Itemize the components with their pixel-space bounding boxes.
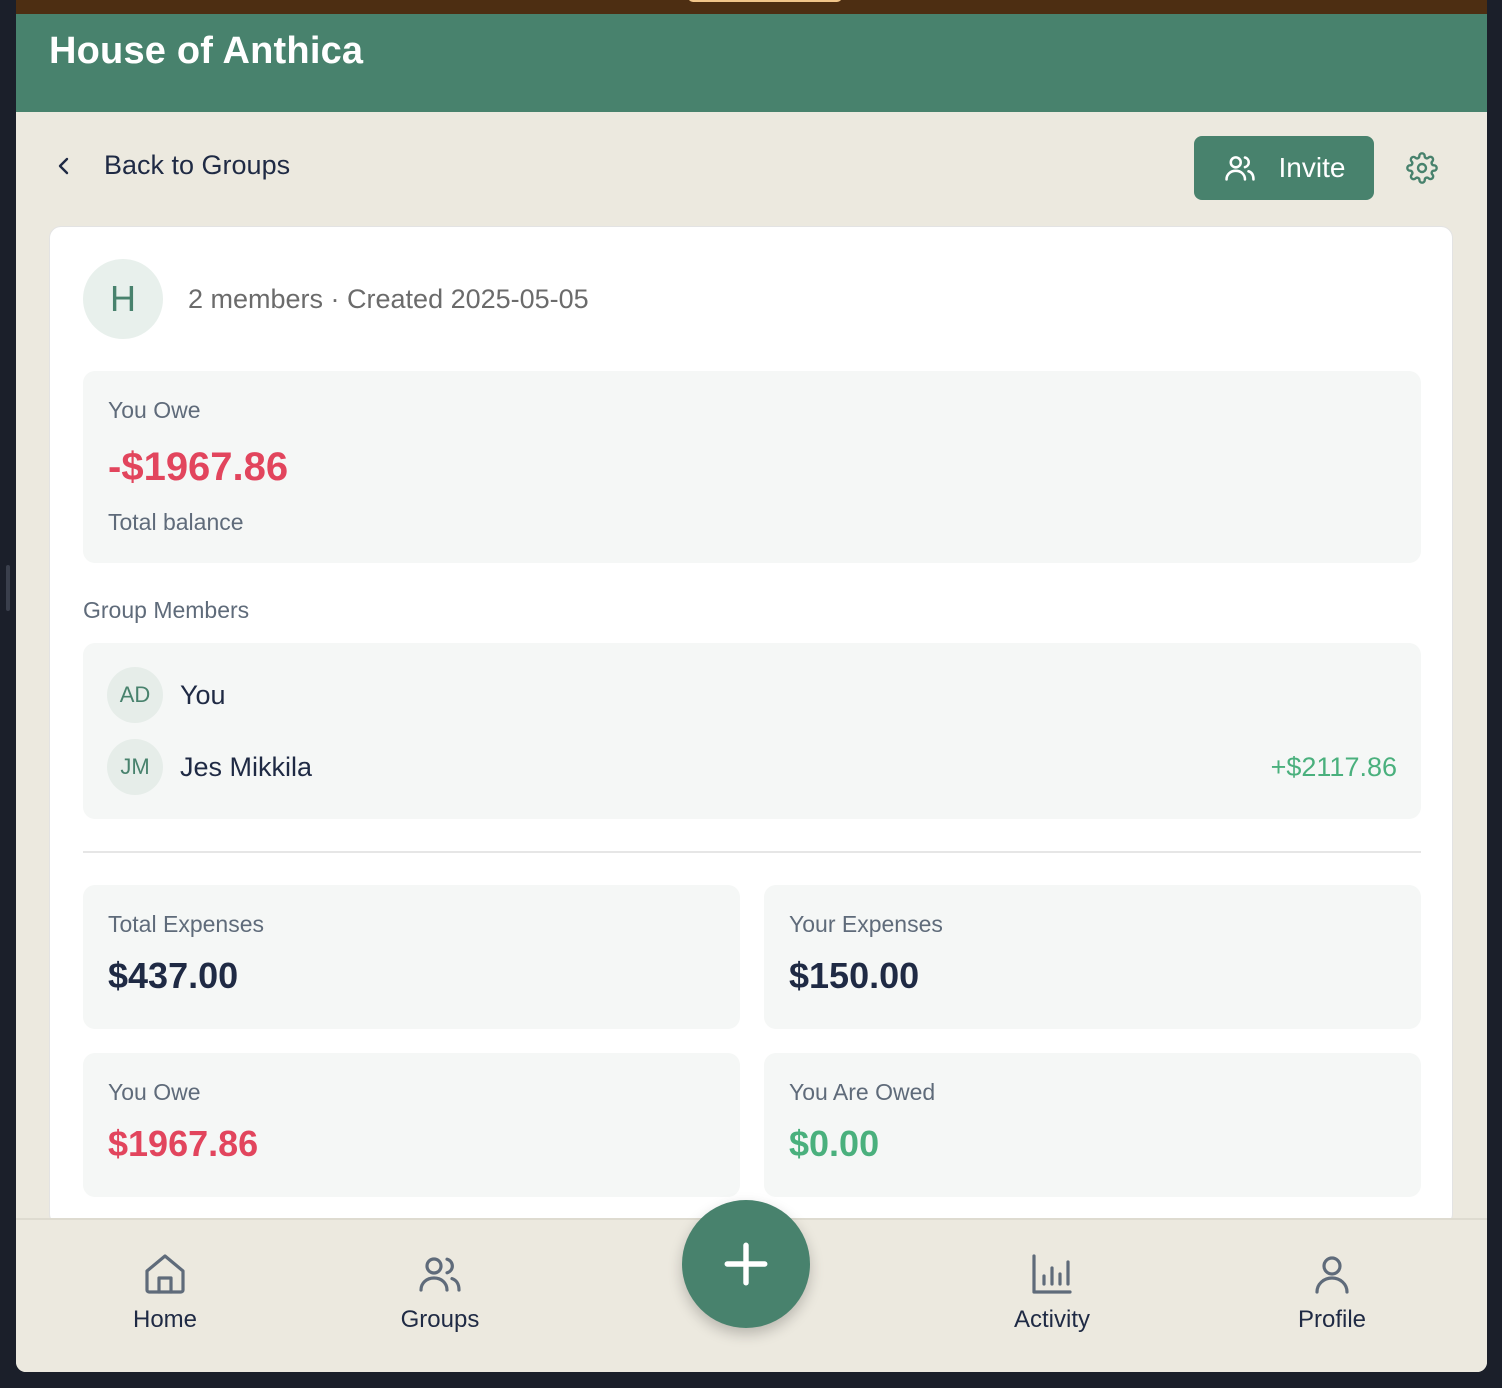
balance-title: You Owe <box>108 397 201 423</box>
window-edge-handle[interactable] <box>6 565 10 611</box>
stat-value: $1967.86 <box>108 1123 259 1164</box>
home-icon <box>145 1254 185 1294</box>
divider <box>83 851 1421 853</box>
nav-groups[interactable]: Groups <box>370 1250 510 1334</box>
stat-label: Total Expenses <box>108 911 264 937</box>
nav-profile-label: Profile <box>1297 1306 1367 1333</box>
balance-subtitle: Total balance <box>108 509 244 535</box>
stat-value: $0.00 <box>789 1123 880 1164</box>
stat-you-owe: You Owe $1967.86 <box>83 1053 740 1197</box>
group-card: H 2 members · Created 2025-05-05 You Owe… <box>49 226 1453 1226</box>
users-icon <box>419 1257 461 1292</box>
balance-summary: You Owe -$1967.86 Total balance <box>83 371 1421 563</box>
back-label: Back to Groups <box>104 150 291 180</box>
nav-profile[interactable]: Profile <box>1262 1250 1402 1334</box>
avatar: AD <box>107 667 163 723</box>
list-item[interactable]: AD You <box>107 667 1397 723</box>
toolbar: Back to Groups Invite <box>16 112 1487 224</box>
app-window: House of Anthica Back to Groups Invite H… <box>16 0 1487 1372</box>
user-icon <box>1315 1256 1349 1294</box>
invite-button[interactable]: Invite <box>1194 136 1374 200</box>
notch-pill <box>688 0 842 2</box>
gear-icon[interactable] <box>1406 152 1438 184</box>
members-list: AD You JM Jes Mikkila +$2117.86 <box>83 643 1421 819</box>
stat-label: You Owe <box>108 1079 201 1105</box>
stat-your-expenses: Your Expenses $150.00 <box>764 885 1421 1029</box>
member-amount: +$2117.86 <box>1270 751 1397 782</box>
add-expense-button[interactable] <box>682 1200 810 1328</box>
nav-groups-label: Groups <box>400 1306 480 1333</box>
member-name: Jes Mikkila <box>180 751 313 782</box>
users-icon <box>1224 156 1255 181</box>
stat-you-are-owed: You Are Owed $0.00 <box>764 1053 1421 1197</box>
group-header: H 2 members · Created 2025-05-05 <box>83 259 589 339</box>
group-avatar: H <box>83 259 163 339</box>
group-meta: 2 members · Created 2025-05-05 <box>188 283 589 314</box>
app-header: House of Anthica <box>16 14 1487 112</box>
stat-label: Your Expenses <box>789 911 943 937</box>
group-title: House of Anthica <box>49 30 364 72</box>
member-name: You <box>180 679 226 710</box>
nav-home[interactable]: Home <box>95 1250 235 1334</box>
members-title: Group Members <box>83 597 250 623</box>
nav-activity-label: Activity <box>1013 1306 1090 1333</box>
back-to-groups-link[interactable]: Back to Groups <box>52 150 290 181</box>
nav-home-label: Home <box>132 1306 198 1333</box>
avatar: JM <box>107 739 163 795</box>
stat-total-expenses: Total Expenses $437.00 <box>83 885 740 1029</box>
invite-label: Invite <box>1278 152 1346 183</box>
stat-label: You Are Owed <box>789 1079 936 1105</box>
chevron-left-icon <box>58 157 69 174</box>
stat-value: $437.00 <box>108 955 239 996</box>
stat-value: $150.00 <box>789 955 920 996</box>
status-strip <box>16 0 1487 14</box>
nav-activity[interactable]: Activity <box>982 1250 1122 1334</box>
list-item[interactable]: JM Jes Mikkila +$2117.86 <box>107 739 1397 795</box>
balance-value: -$1967.86 <box>108 445 289 489</box>
plus-icon <box>724 1242 768 1286</box>
bar-chart-icon <box>1032 1254 1072 1294</box>
